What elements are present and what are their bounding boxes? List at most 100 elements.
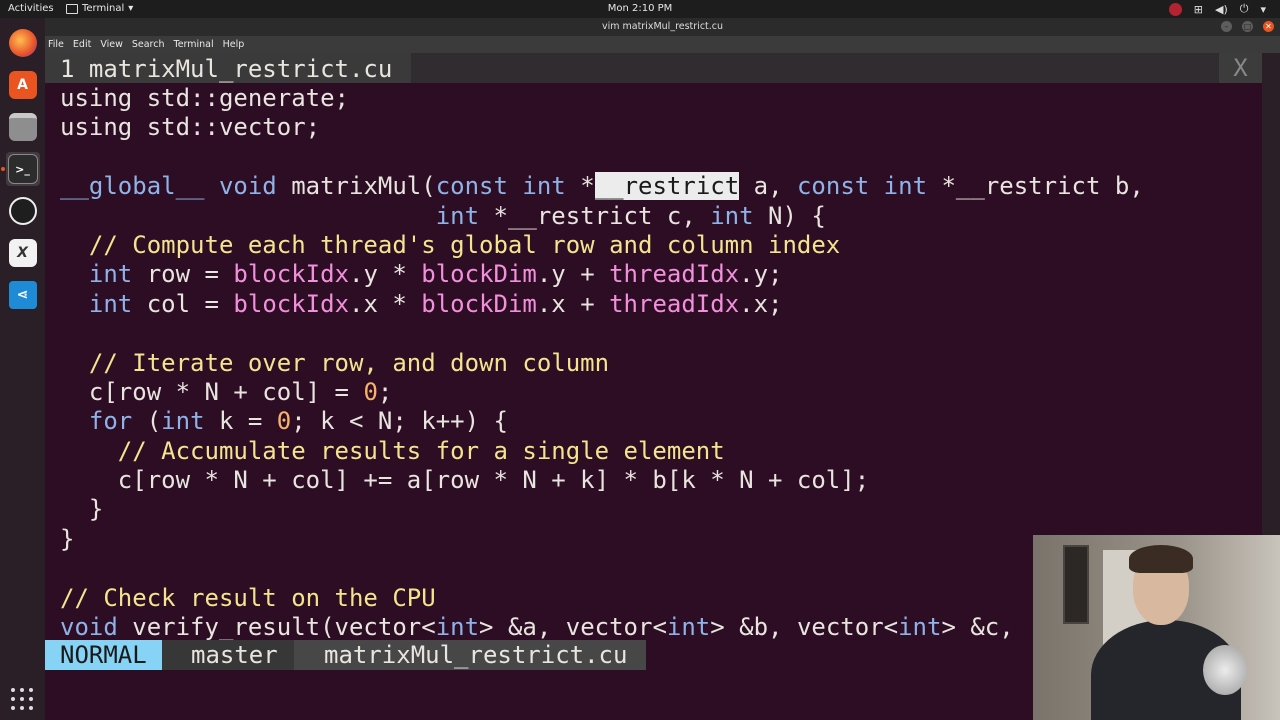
code-type: int <box>666 613 711 642</box>
dock-item-calc[interactable]: X <box>6 236 40 270</box>
vim-tab-close[interactable]: X <box>1219 53 1262 83</box>
code-text: k = <box>204 407 277 436</box>
code-text: ( <box>132 407 162 436</box>
code-text: row = <box>132 260 234 289</box>
vscode-icon: ⋖ <box>8 281 37 309</box>
window-titlebar[interactable]: vim matrixMul_restrict.cu – □ ✕ <box>45 18 1280 36</box>
code-line: // Accumulate results for a single eleme… <box>60 437 1144 466</box>
code-text: .y + <box>536 260 610 289</box>
code-builtin: blockIdx <box>233 289 350 318</box>
code-buffer[interactable]: using std::generate; using std::vector; … <box>60 84 1144 642</box>
code-line: int row = blockIdx.y * blockDim.y + thre… <box>60 260 1144 289</box>
vim-statusline: NORMAL master matrixMul_restrict.cu <box>45 640 1045 670</box>
window-title: vim matrixMul_restrict.cu <box>601 21 724 32</box>
cam-picture-frame <box>1063 545 1089 624</box>
show-applications-icon[interactable] <box>11 688 33 710</box>
code-line: int *__restrict c, int N) { <box>60 202 1144 231</box>
dock-item-terminal[interactable]: >_ <box>0 152 40 186</box>
cam-person-hair <box>1129 545 1193 573</box>
code-keyword: const <box>435 172 508 201</box>
app-menu[interactable]: Terminal ▾ <box>66 3 133 14</box>
code-text: using std::vector; <box>60 113 321 142</box>
menu-file[interactable]: File <box>48 39 64 50</box>
obs-studio-icon <box>8 197 37 225</box>
code-text: using std::generate; <box>60 84 349 112</box>
dock-item-obs[interactable] <box>6 194 40 228</box>
code-line: // Check result on the CPU <box>60 584 1144 613</box>
code-type: int <box>710 201 754 230</box>
files-icon <box>8 113 37 141</box>
terminal-icon: >_ <box>7 154 38 184</box>
menu-search[interactable]: Search <box>132 39 165 50</box>
search-highlight: __restrict <box>594 172 740 201</box>
status-filename: matrixMul_restrict.cu <box>294 640 646 670</box>
activities-button[interactable]: Activities <box>8 3 54 14</box>
volume-icon[interactable]: ◀) <box>1215 3 1228 16</box>
code-type: int <box>435 613 480 642</box>
chevron-down-icon: ▾ <box>128 3 134 14</box>
code-text: .y * <box>349 260 422 289</box>
code-text: .y; <box>739 260 783 289</box>
dock-item-files[interactable] <box>6 110 40 144</box>
code-type: int <box>898 613 942 642</box>
code-type: int <box>88 289 133 318</box>
network-icon[interactable]: ⊞ <box>1194 3 1203 16</box>
git-branch: master <box>162 640 294 670</box>
menu-help[interactable]: Help <box>223 39 245 50</box>
code-comment: // Compute each thread's global row and … <box>60 230 841 259</box>
dock: A >_ X ⋖ <box>0 18 45 720</box>
dock-item-software[interactable]: A <box>6 68 40 102</box>
code-builtin: blockIdx <box>233 260 350 289</box>
code-text: a, <box>739 172 797 201</box>
code-text: .x * <box>349 289 422 318</box>
code-keyword: void <box>60 613 118 642</box>
webcam-overlay <box>1033 535 1280 720</box>
code-line: c[row * N + col] += a[row * N + k] * b[k… <box>60 466 1144 495</box>
terminal-small-icon <box>66 3 78 14</box>
app-menu-label: Terminal <box>82 3 125 14</box>
code-builtin: blockDim <box>421 260 537 289</box>
menu-view[interactable]: View <box>100 39 123 50</box>
maximize-button[interactable]: □ <box>1242 21 1253 32</box>
menu-terminal[interactable]: Terminal <box>174 39 214 50</box>
system-tray[interactable]: ⊞ ◀) ⏻ ▾ <box>1168 2 1266 16</box>
code-text: * <box>565 172 595 201</box>
minimize-button[interactable]: – <box>1221 21 1232 32</box>
dock-item-firefox[interactable] <box>6 26 40 60</box>
code-line: } <box>60 525 1144 554</box>
code-text: > &c, <box>941 613 1014 642</box>
clock[interactable]: Mon 2:10 PM <box>608 3 673 14</box>
code-type: int <box>522 172 566 201</box>
code-text: ; k < N; k++) { <box>291 407 508 436</box>
obs-icon[interactable] <box>1168 2 1182 16</box>
dock-item-vscode[interactable]: ⋖ <box>6 278 40 312</box>
calc-icon: X <box>8 239 37 267</box>
code-comment: // Accumulate results for a single eleme… <box>60 436 725 465</box>
code-text: N) { <box>753 201 826 230</box>
code-text: .x + <box>536 289 610 318</box>
menu-bar: File Edit View Search Terminal Help <box>45 36 1280 53</box>
vim-tab-current[interactable]: 1 matrixMul_restrict.cu <box>45 53 411 83</box>
code-type: int <box>88 260 133 289</box>
menu-edit[interactable]: Edit <box>73 39 91 50</box>
code-type: int <box>435 201 480 230</box>
code-comment: // Check result on the CPU <box>60 583 436 612</box>
microphone-icon <box>1203 645 1247 695</box>
code-line: __global__ void matrixMul(const int *__r… <box>60 172 1144 201</box>
software-store-icon: A <box>8 71 37 99</box>
active-indicator <box>0 167 5 171</box>
code-keyword: __global__ <box>60 172 205 201</box>
chevron-down-icon[interactable]: ▾ <box>1260 3 1266 16</box>
close-button[interactable]: ✕ <box>1263 21 1274 32</box>
code-text: col = <box>132 289 234 318</box>
code-text: } <box>60 495 104 524</box>
power-icon[interactable]: ⏻ <box>1240 2 1249 16</box>
code-keyword: const <box>796 172 870 201</box>
